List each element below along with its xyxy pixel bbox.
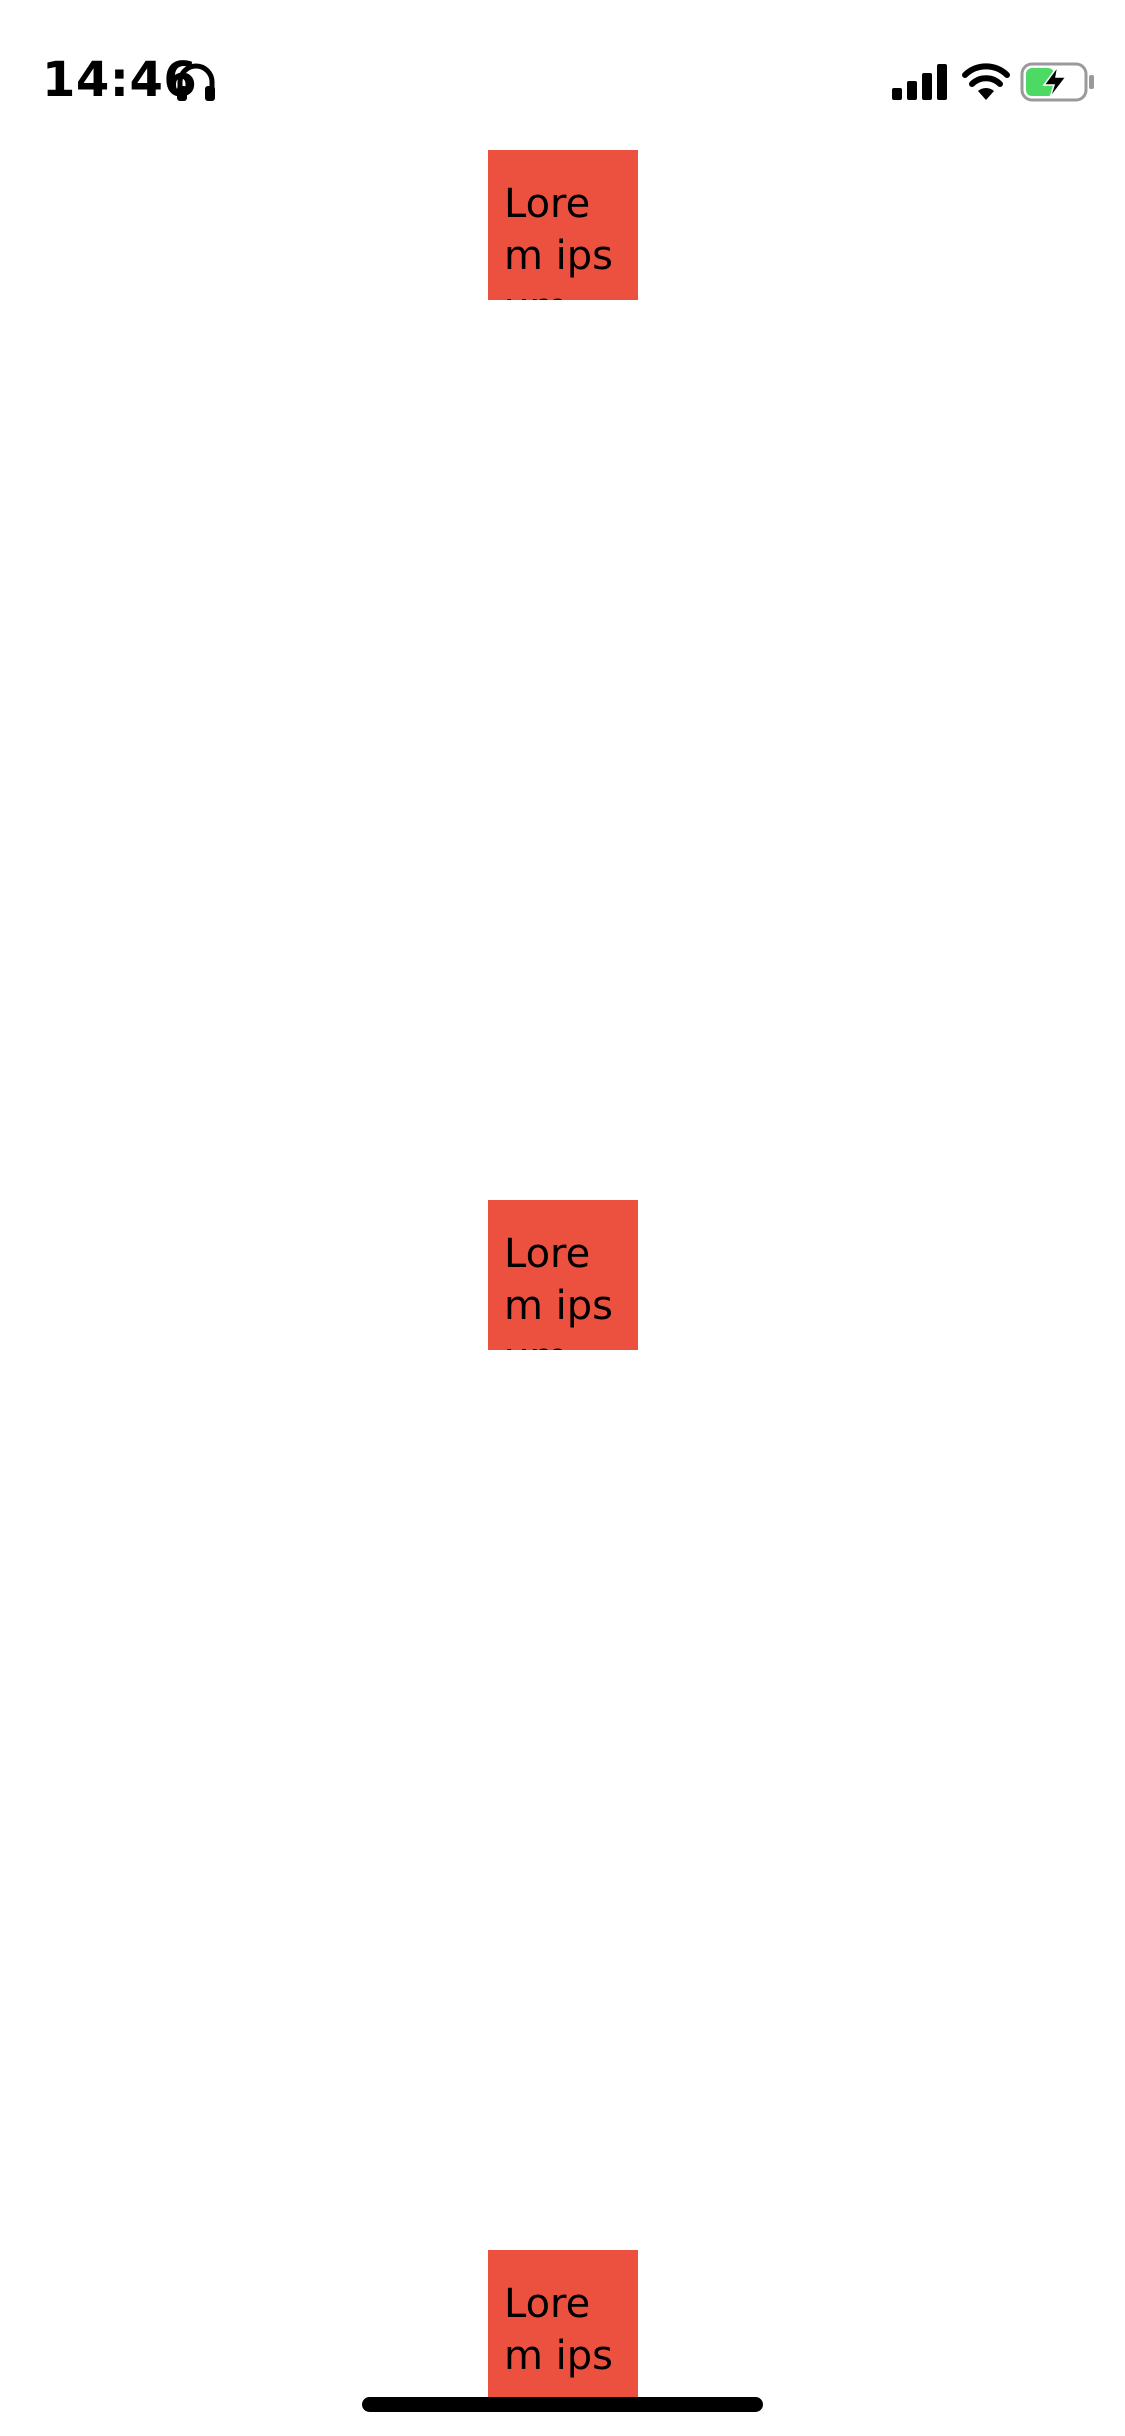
lorem-box-text: Lorem ipsum: [504, 2281, 614, 2400]
lorem-box: Lorem ipsum: [488, 150, 638, 300]
headphones-icon: [174, 60, 218, 104]
lorem-box-text: Lorem ipsum: [504, 1231, 614, 1350]
battery-charging-icon: [1020, 62, 1096, 102]
lorem-box-text: Lorem ipsum: [504, 181, 614, 300]
signal-icon: [892, 64, 948, 100]
status-bar: 14:46: [0, 0, 1125, 150]
wifi-icon: [962, 62, 1010, 100]
lorem-box: Lorem ipsum: [488, 2250, 638, 2400]
home-indicator[interactable]: [362, 2397, 763, 2412]
lorem-box: Lorem ipsum: [488, 1200, 638, 1350]
